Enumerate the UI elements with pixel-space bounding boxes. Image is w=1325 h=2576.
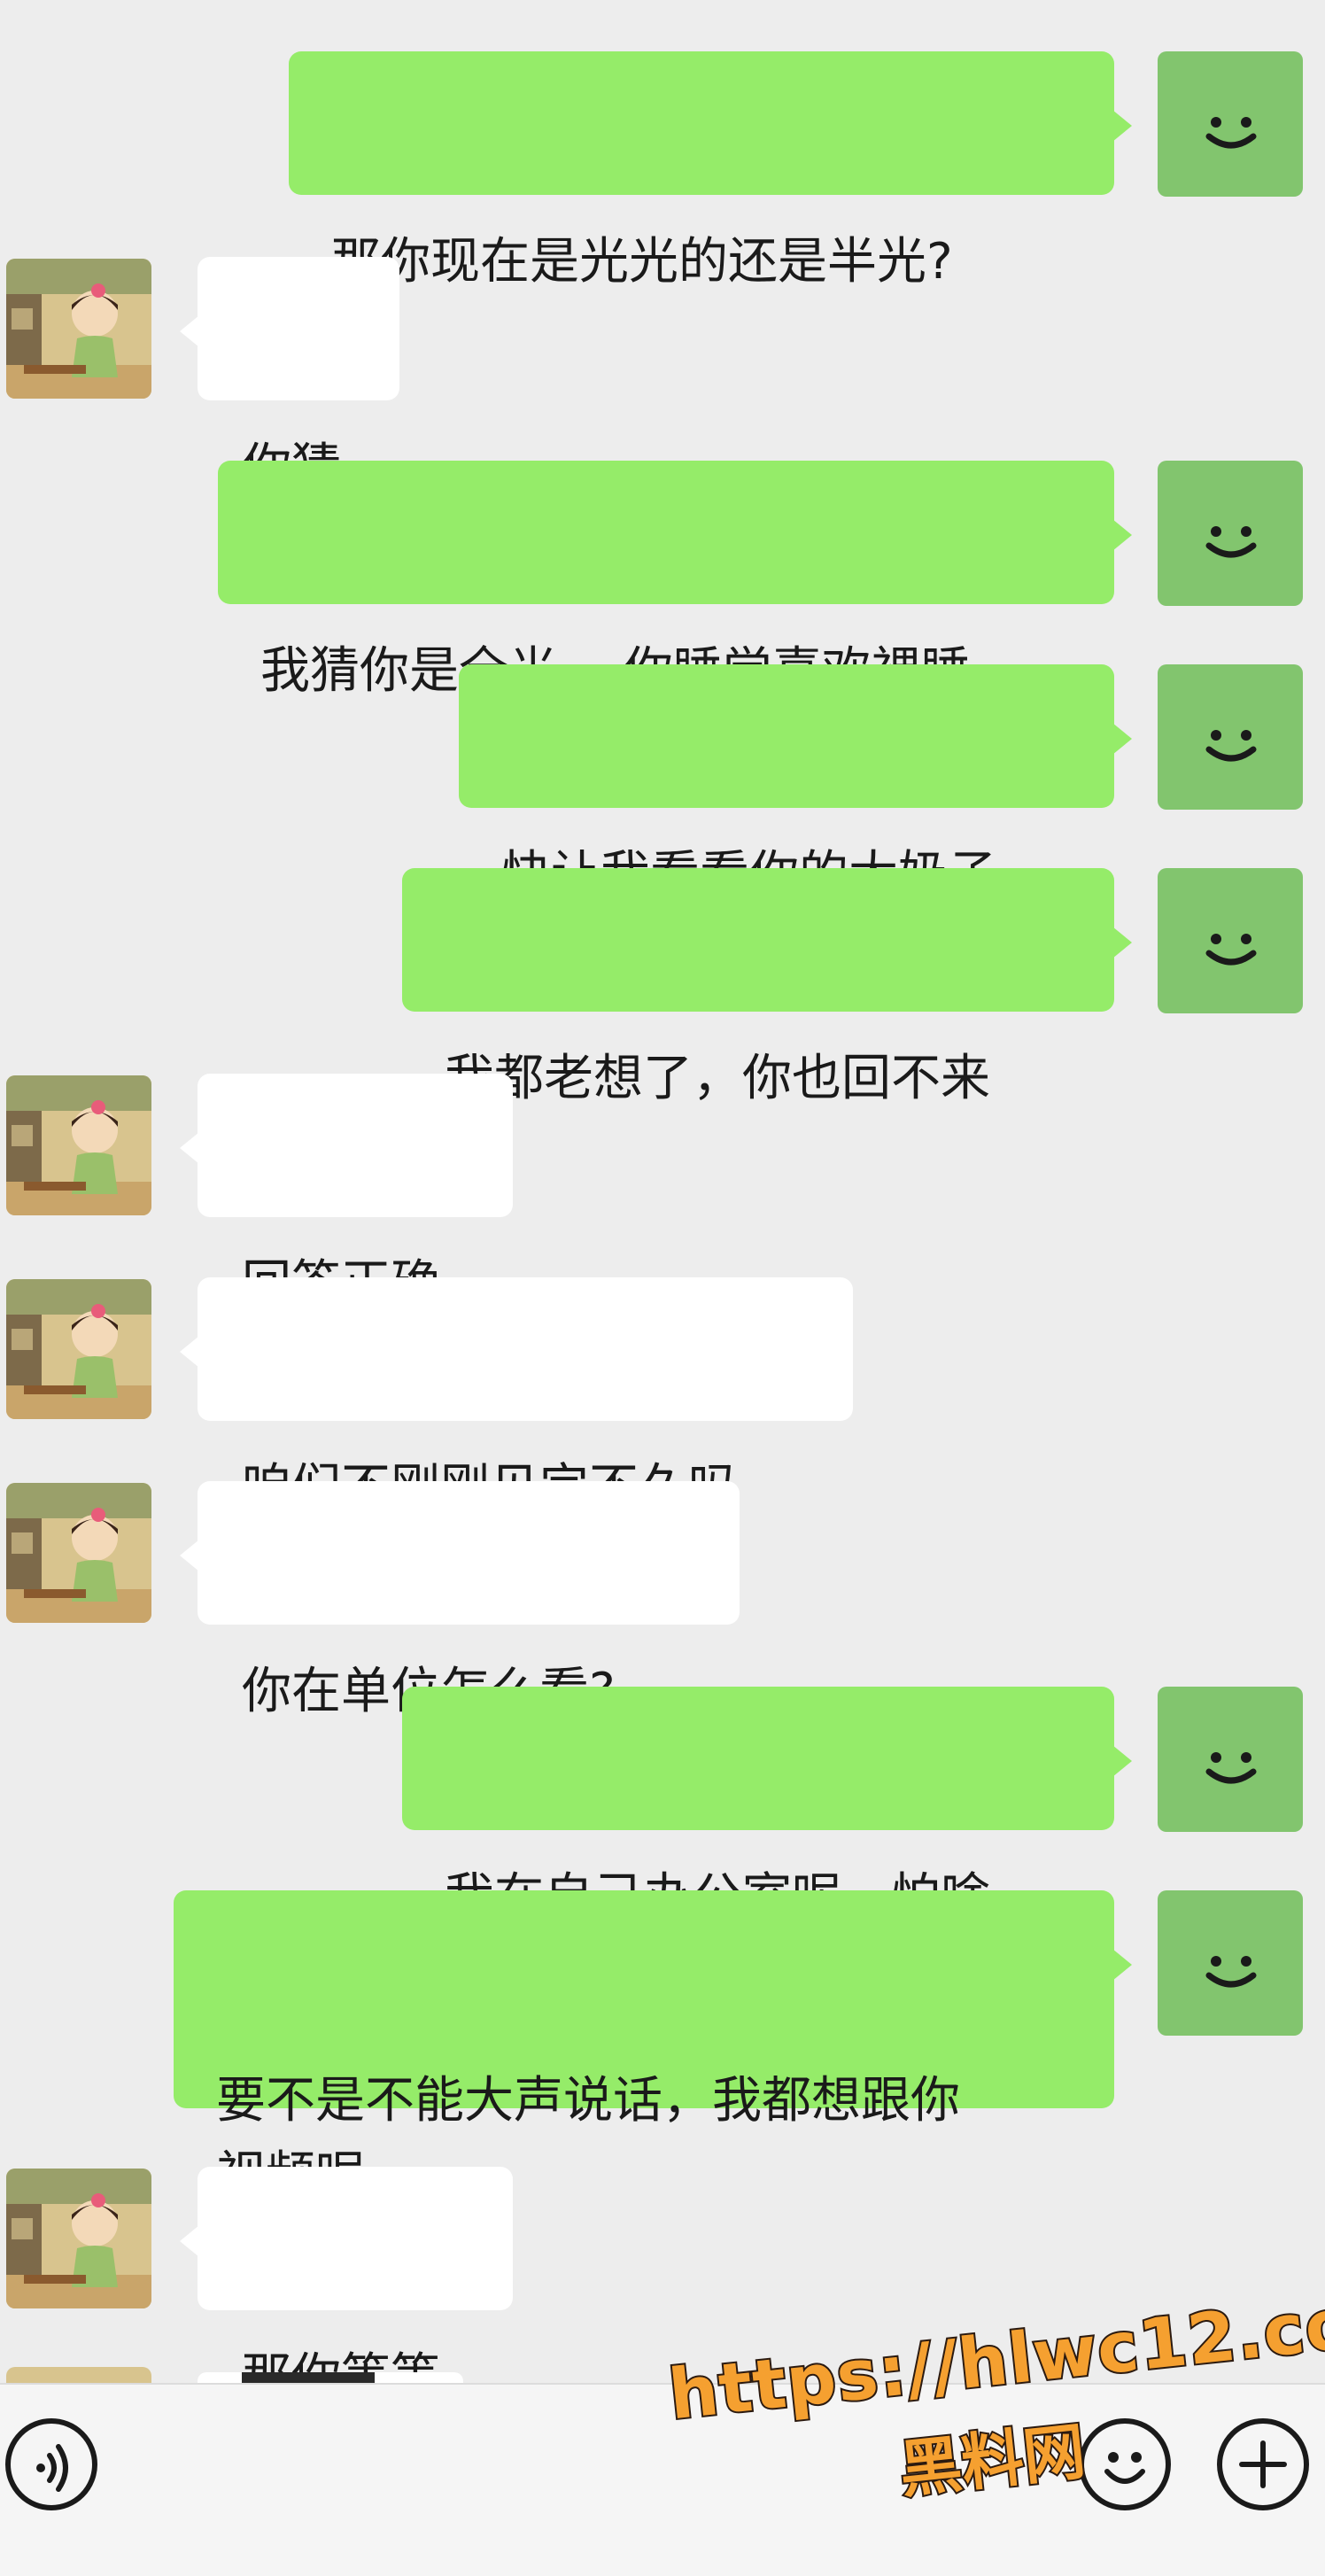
my-message-bubble[interactable]: 快让我看看你的大奶子 xyxy=(459,664,1132,904)
my-avatar[interactable] xyxy=(1158,664,1303,810)
contact-avatar[interactable] xyxy=(6,2169,151,2308)
chat-screen: 那你现在是光光的还是半光? 你猜 我猜你是全光， 你睡觉喜欢裸睡 xyxy=(0,0,1325,2576)
contact-message-bubble[interactable]: 你猜 xyxy=(180,257,399,496)
contact-message-bubble[interactable]: 回答正确 xyxy=(180,1074,513,1313)
smiley-face-icon xyxy=(1205,117,1257,149)
smiley-face-icon xyxy=(1205,730,1257,762)
cartoon-girl-avatar-icon xyxy=(6,259,151,399)
message-text: 那你现在是光光的还是半光? xyxy=(331,233,953,291)
contact-message-bubble[interactable]: 那你等等 xyxy=(180,2167,513,2406)
voice-wave-glyph xyxy=(36,2444,68,2492)
my-message-bubble[interactable]: 我在自己办公室呢，怕啥 xyxy=(402,1687,1132,1926)
my-message-bubble[interactable]: 我猜你是全光， 你睡觉喜欢裸睡 xyxy=(218,461,1132,700)
contact-avatar[interactable] xyxy=(6,1075,151,1215)
my-avatar[interactable] xyxy=(1158,868,1303,1013)
my-avatar[interactable] xyxy=(1158,461,1303,606)
smiley-face-icon xyxy=(1205,934,1257,966)
my-message-bubble[interactable]: 我都老想了，你也回不来 xyxy=(402,868,1132,1107)
contact-avatar[interactable] xyxy=(6,1483,151,1623)
cartoon-girl-avatar-icon xyxy=(6,1483,151,1623)
smiley-face-icon xyxy=(1205,526,1257,558)
contact-avatar[interactable] xyxy=(6,1279,151,1419)
contact-avatar[interactable] xyxy=(6,259,151,399)
smiley-face-icon xyxy=(1205,1956,1257,1988)
my-avatar[interactable] xyxy=(1158,1687,1303,1832)
message-text: 我都老想了，你也回不来 xyxy=(445,1050,990,1107)
smiley-face-icon xyxy=(1205,1752,1257,1784)
voice-icon[interactable] xyxy=(5,2418,97,2510)
cartoon-girl-avatar-icon xyxy=(6,1279,151,1419)
my-message-bubble[interactable]: 要不是不能大声说话，我都想跟你 视频呢 xyxy=(174,1890,1132,2204)
my-avatar[interactable] xyxy=(1158,51,1303,197)
contact-message-bubble[interactable]: 你在单位怎么看? xyxy=(180,1481,740,1720)
cartoon-girl-avatar-icon xyxy=(6,1075,151,1215)
contact-message-bubble[interactable]: 咱们不刚刚见完不久吗 xyxy=(180,1277,853,1517)
my-message-bubble[interactable]: 那你现在是光光的还是半光? xyxy=(289,51,1132,291)
cartoon-girl-avatar-icon xyxy=(6,2169,151,2308)
my-avatar[interactable] xyxy=(1158,1890,1303,2036)
